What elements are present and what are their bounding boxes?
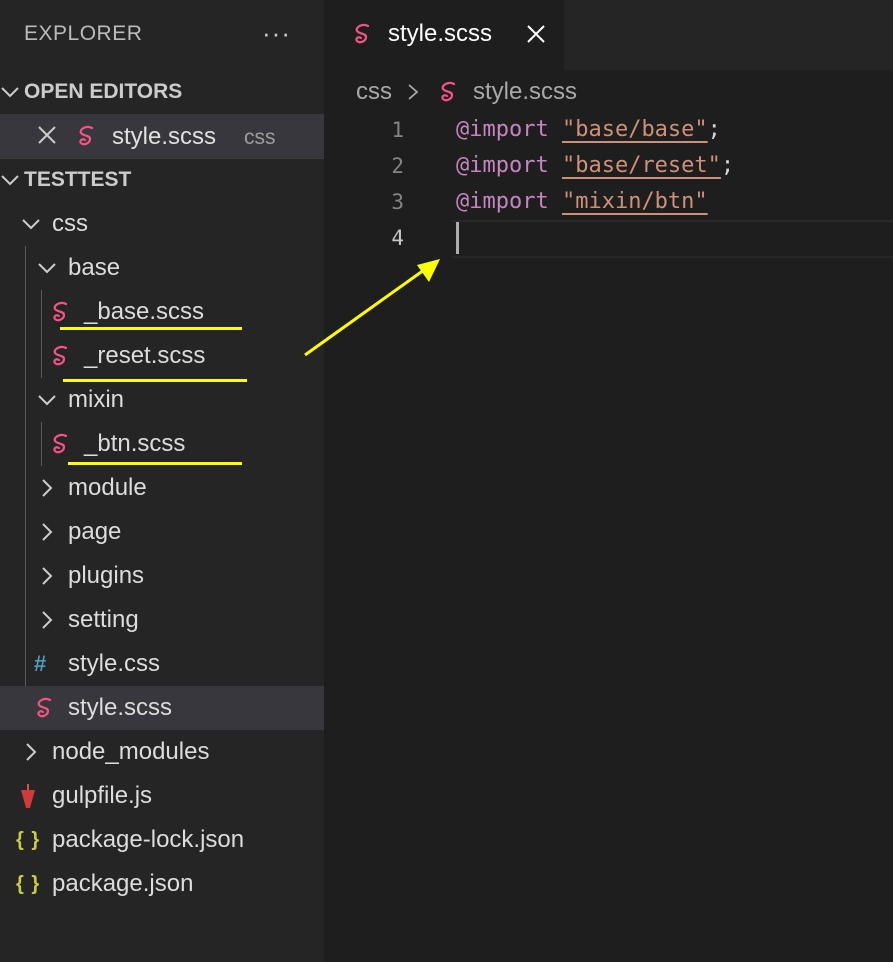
tree-file-style-css[interactable]: # style.css <box>0 642 324 686</box>
tree-item-label: _btn.scss <box>84 430 186 457</box>
gulp-cup-icon <box>21 784 35 808</box>
sass-icon <box>355 23 370 44</box>
hash-icon: # <box>34 651 47 676</box>
code-line[interactable]: 1 @import "base/base"; <box>324 112 893 148</box>
code-punctuation: ; <box>720 153 735 178</box>
sass-icon <box>37 697 52 718</box>
tree-item-label: node_modules <box>52 738 210 765</box>
tree-file-gulpfile[interactable]: gulpfile.js <box>0 774 324 818</box>
tree-item-label: css <box>52 210 88 237</box>
code-keyword: @import <box>456 189 549 214</box>
tree-item-label: package-lock.json <box>52 826 245 853</box>
code-line[interactable]: 4 <box>324 220 893 256</box>
annotation-underline <box>68 462 242 465</box>
tree-folder-plugins[interactable]: plugins <box>0 554 324 598</box>
chevron-right-icon <box>408 84 419 100</box>
code-text: @import "mixin/btn" <box>456 189 708 214</box>
workspace-header[interactable]: TESTTEST <box>0 158 324 202</box>
breadcrumb-folder[interactable]: css <box>356 78 392 106</box>
close-icon[interactable] <box>526 24 546 44</box>
code-string: "mixin/btn" <box>561 189 708 214</box>
tree-file-style-scss[interactable]: style.scss <box>0 686 324 730</box>
sass-icon <box>53 345 68 366</box>
tree-folder-mixin[interactable]: mixin <box>0 378 324 422</box>
tree-file-package-json[interactable]: { } package.json <box>0 862 324 906</box>
code-text: @import "base/base"; <box>456 117 721 142</box>
code-string: "base/base" <box>561 117 708 142</box>
chevron-right-icon <box>42 611 53 629</box>
code-line[interactable]: 3 @import "mixin/btn" <box>324 184 893 220</box>
tree-item-label: module <box>68 474 147 501</box>
code-punctuation: ; <box>707 117 721 142</box>
tree-item-label: style.scss <box>68 694 173 721</box>
line-number: 4 <box>391 226 404 250</box>
tree-item-label: base <box>68 254 121 281</box>
sass-icon <box>53 433 68 454</box>
tree-folder-base[interactable]: base <box>0 246 324 290</box>
open-editor-description: css <box>244 126 276 149</box>
sass-icon <box>53 301 68 322</box>
tree-item-label: _reset.scss <box>84 342 206 369</box>
tree-item-label: _base.scss <box>84 298 205 325</box>
explorer-header: EXPLORER ··· <box>0 0 324 70</box>
tree-folder-css[interactable]: css <box>0 202 324 246</box>
tree-item-label: plugins <box>68 562 145 589</box>
tree-item-label: mixin <box>68 386 125 413</box>
open-editors-header[interactable]: OPEN EDITORS <box>0 70 324 114</box>
chevron-right-icon <box>42 479 53 497</box>
chevron-down-icon <box>1 175 19 186</box>
chevron-right-icon <box>42 523 53 541</box>
tree-file-package-lock[interactable]: { } package-lock.json <box>0 818 324 862</box>
tree-folder-page[interactable]: page <box>0 510 324 554</box>
tab-style-scss[interactable]: style.scss <box>324 0 564 70</box>
chevron-down-icon <box>22 219 40 230</box>
chevron-down-icon <box>38 395 56 406</box>
open-editors-label: OPEN EDITORS <box>24 80 183 103</box>
breadcrumb-file[interactable]: style.scss <box>473 78 577 106</box>
tree-file-btn-scss[interactable]: _btn.scss <box>0 422 324 466</box>
tree-folder-setting[interactable]: setting <box>0 598 324 642</box>
close-icon[interactable] <box>36 124 58 146</box>
json-braces-icon: { } <box>16 829 41 851</box>
code-text: @import "base/reset"; <box>456 153 734 178</box>
code-keyword: @import <box>456 117 549 142</box>
tree-item-label: page <box>68 518 122 545</box>
line-number: 2 <box>391 154 404 178</box>
chevron-down-icon <box>38 263 56 274</box>
open-editor-name: style.scss <box>112 123 217 150</box>
more-actions-icon[interactable]: ··· <box>262 18 291 49</box>
code-line[interactable]: 2 @import "base/reset"; <box>324 148 893 184</box>
chevron-right-icon <box>26 743 37 761</box>
code-editor[interactable]: css style.scss 1 @import "base/base"; 2 … <box>324 70 893 962</box>
annotation-underline <box>60 327 242 330</box>
explorer-title: EXPLORER <box>24 22 143 45</box>
tree-folder-node-modules[interactable]: node_modules <box>0 730 324 774</box>
code-string: "base/reset" <box>561 153 721 178</box>
tree-item-label: setting <box>68 606 139 633</box>
tree-item-label: style.css <box>68 650 161 677</box>
line-number: 1 <box>391 118 404 142</box>
workspace-label: TESTTEST <box>24 168 132 191</box>
tab-label: style.scss <box>388 20 493 47</box>
open-editor-item[interactable]: style.scss css <box>0 114 324 158</box>
tab-bar: style.scss <box>324 0 893 70</box>
chevron-down-icon <box>1 87 19 98</box>
line-number: 3 <box>391 190 404 214</box>
json-braces-icon: { } <box>16 873 41 895</box>
tree-folder-module[interactable]: module <box>0 466 324 510</box>
tree-item-label: package.json <box>52 870 194 897</box>
chevron-right-icon <box>42 567 53 585</box>
tree-item-label: gulpfile.js <box>52 782 153 809</box>
explorer-sidebar: EXPLORER ··· OPEN EDITORS style.scss css… <box>0 0 324 962</box>
sass-icon <box>79 125 94 146</box>
text-cursor <box>456 222 459 254</box>
code-keyword: @import <box>456 153 549 178</box>
sass-icon <box>441 81 456 102</box>
annotation-underline <box>63 379 247 382</box>
tree-file-reset-scss[interactable]: _reset.scss <box>0 334 324 378</box>
